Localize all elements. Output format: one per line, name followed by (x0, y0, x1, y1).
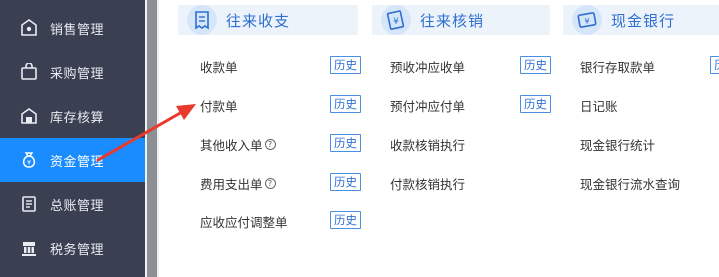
help-icon[interactable]: ? (264, 139, 276, 150)
svg-text:¥: ¥ (393, 17, 399, 27)
list-item-cash-bank-statistics[interactable]: 现金银行统计 (580, 135, 655, 154)
sidebar-item-ledger[interactable]: 总账管理 (0, 182, 145, 226)
list-item-bank-deposit-withdrawal[interactable]: 银行存取款单 (580, 57, 655, 76)
history-button[interactable]: 历 (710, 56, 719, 74)
history-button[interactable]: 历史 (520, 95, 551, 113)
section-title: 往来核销 (420, 11, 485, 30)
ledger-icon (20, 195, 38, 213)
receipt-icon (186, 4, 218, 36)
history-button[interactable]: 历史 (330, 134, 361, 152)
history-button[interactable]: 历史 (330, 56, 361, 74)
sidebar-item-label: 税务管理 (50, 242, 105, 258)
history-button[interactable]: 历史 (330, 211, 361, 229)
sidebar-item-funds[interactable]: ¥ 资金管理 (0, 138, 145, 182)
history-button[interactable]: 历史 (520, 56, 551, 74)
help-icon[interactable]: ? (264, 178, 276, 189)
sidebar-item-inventory[interactable]: 库存核算 (0, 94, 145, 138)
list-item-journal[interactable]: 日记账 (580, 96, 618, 115)
money-bag-icon: ¥ (20, 151, 38, 169)
list-item-cash-bank-flow-query[interactable]: 现金银行流水查询 (580, 174, 680, 193)
section-header-receipts-payments: 往来收支 (178, 5, 358, 35)
bank-card-icon: ¥ (571, 4, 603, 36)
list-item-payment-write-off[interactable]: 付款核销执行 (390, 174, 465, 193)
list-item-receipt-voucher[interactable]: 收款单 (200, 57, 238, 76)
list-item-advance-payment-offset[interactable]: 预付冲应付单 (390, 96, 465, 115)
list-item-receipt-write-off[interactable]: 收款核销执行 (390, 135, 465, 154)
yen-document-icon: ¥ (380, 4, 412, 36)
svg-text:¥: ¥ (584, 17, 589, 26)
section-title: 往来收支 (226, 11, 291, 30)
sidebar-item-label: 销售管理 (50, 22, 105, 38)
sales-icon (20, 19, 38, 37)
svg-text:¥: ¥ (27, 160, 31, 167)
tax-icon (20, 239, 38, 257)
list-item-other-income[interactable]: 其他收入单? (200, 135, 276, 154)
section-title: 现金银行 (611, 11, 676, 30)
sidebar-item-purchase[interactable]: 采购管理 (0, 50, 145, 94)
list-item-expense[interactable]: 费用支出单? (200, 174, 276, 193)
section-header-cash-bank: ¥ 现金银行 (563, 5, 719, 35)
sidebar-item-label: 采购管理 (50, 66, 105, 82)
section-header-write-off: ¥ 往来核销 (372, 5, 550, 35)
scrollbar-thumb[interactable] (147, 0, 157, 277)
sidebar-item-tax[interactable]: 税务管理 (0, 226, 145, 270)
warehouse-icon (20, 107, 38, 125)
sidebar-item-sales[interactable]: 销售管理 (0, 6, 145, 50)
history-button[interactable]: 历史 (330, 95, 361, 113)
history-button[interactable]: 历史 (330, 173, 361, 191)
list-item-payment-voucher[interactable]: 付款单 (200, 96, 238, 115)
sidebar-item-label: 总账管理 (50, 198, 105, 214)
sidebar-item-label: 资金管理 (50, 154, 105, 170)
bag-icon (20, 63, 38, 81)
sidebar-item-label: 库存核算 (50, 110, 105, 126)
list-item-advance-receipt-offset[interactable]: 预收冲应收单 (390, 57, 465, 76)
list-item-ar-ap-adjustment[interactable]: 应收应付调整单 (200, 212, 288, 231)
